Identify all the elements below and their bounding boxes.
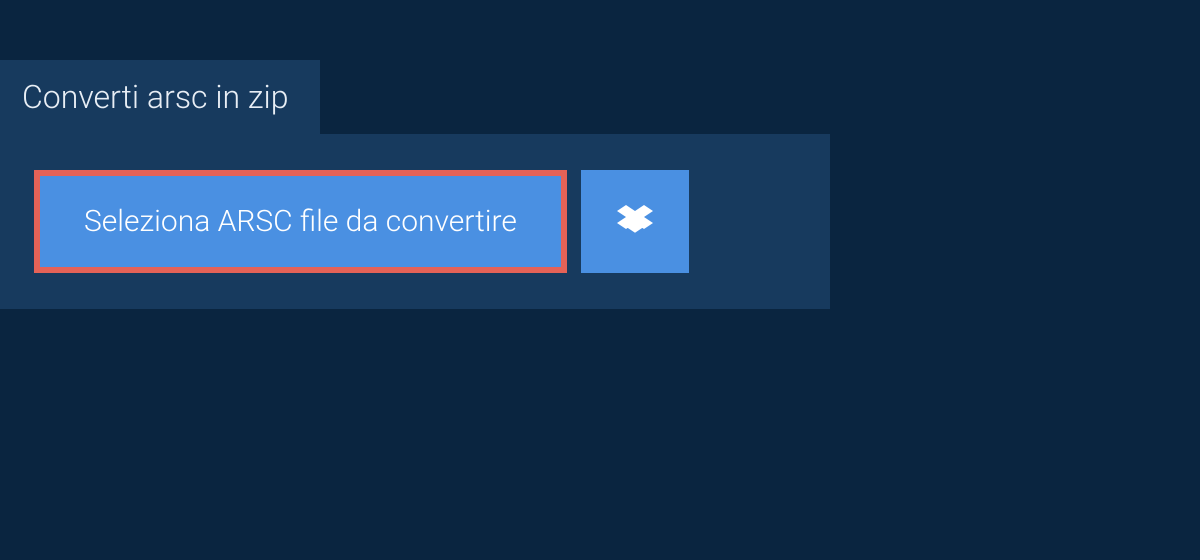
dropbox-button[interactable] (581, 170, 689, 273)
select-file-label: Seleziona ARSC file da convertire (84, 204, 517, 239)
convert-panel: Seleziona ARSC file da convertire (0, 134, 830, 309)
select-file-button[interactable]: Seleziona ARSC file da convertire (34, 170, 567, 273)
tab-convert[interactable]: Converti arsc in zip (0, 60, 320, 134)
tab-label: Converti arsc in zip (22, 78, 288, 116)
dropbox-icon (617, 202, 653, 242)
